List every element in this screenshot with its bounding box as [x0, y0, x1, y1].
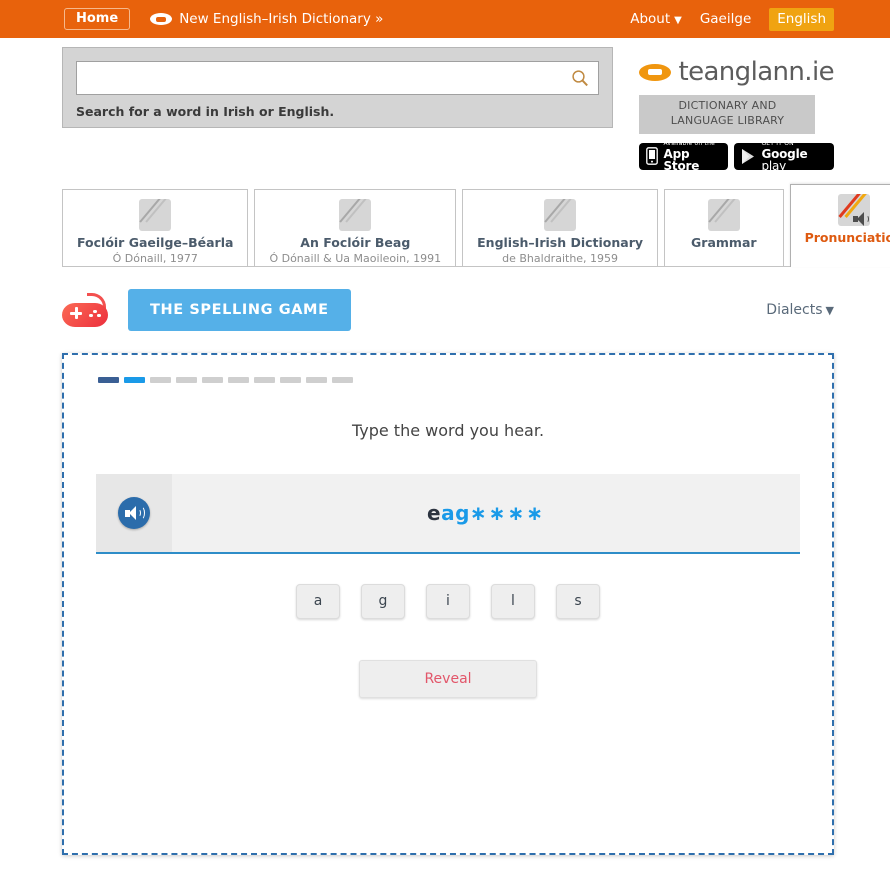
tab-label: Grammar: [691, 234, 757, 250]
google-play-big: Google play: [761, 148, 827, 172]
language-irish-link[interactable]: Gaeilge: [700, 11, 751, 27]
letter-key-s[interactable]: s: [556, 583, 600, 619]
answer-row: eag∗∗∗∗: [96, 473, 800, 554]
dictionary-tabs: Foclóir Gaeilge–Béarla Ó Dónaill, 1977 A…: [62, 183, 890, 267]
progress-segment: [176, 376, 197, 383]
tab-sublabel: Ó Dónaill & Ua Maoileoin, 1991: [269, 252, 442, 266]
spelling-game-panel: Type the word you hear. eag∗∗∗∗ agils Re…: [62, 352, 834, 855]
gamepad-icon: [62, 292, 108, 327]
progress-indicator: [98, 376, 800, 383]
teanglann-link-icon: [639, 63, 672, 81]
app-store-small: Available on the: [663, 139, 715, 147]
tab-grammar[interactable]: Grammar: [664, 188, 784, 266]
app-store-text: Available on the App Store: [663, 139, 721, 173]
dialects-label: Dialects: [766, 301, 823, 318]
word-remaining-blanks: ∗∗∗∗: [469, 500, 545, 525]
google-play-triangle-icon: [741, 148, 756, 165]
site-logo[interactable]: teanglann.ie: [639, 57, 835, 87]
header-row: Search for a word in Irish or English. t…: [0, 38, 890, 173]
search-input[interactable]: [77, 62, 599, 94]
breadcrumb[interactable]: New English–Irish Dictionary »: [150, 11, 383, 27]
dictionary-link-icon: [150, 13, 173, 25]
chevron-down-icon: ▼: [825, 303, 834, 317]
spelling-game-header: THE SPELLING GAME Dialects ▼: [62, 288, 834, 331]
game-prompt: Type the word you hear.: [351, 420, 545, 440]
chevron-down-icon: ▼: [674, 15, 682, 26]
search-field[interactable]: [76, 61, 600, 95]
progress-segment: [150, 376, 171, 383]
word-filled-letters: e: [427, 500, 442, 525]
google-play-big-light: play: [761, 158, 787, 173]
progress-segment: [332, 376, 353, 383]
progress-segment: [306, 376, 327, 383]
play-audio-button[interactable]: [96, 473, 172, 552]
breadcrumb-label: New English–Irish Dictionary »: [179, 11, 384, 27]
app-store-badges: Available on the App Store GET IT ON Goo…: [639, 139, 834, 173]
tab-english-irish-dictionary[interactable]: English–Irish Dictionary de Bhaldraithe,…: [462, 188, 659, 266]
spelling-game-button[interactable]: THE SPELLING GAME: [128, 288, 351, 331]
home-button[interactable]: Home: [64, 8, 131, 30]
pronunciation-book-icon: [837, 193, 870, 226]
reveal-button[interactable]: Reveal: [359, 659, 537, 698]
tab-label: Foclóir Gaeilge–Béarla: [77, 234, 234, 250]
book-icon: [707, 198, 740, 231]
apple-phone-icon: [646, 147, 659, 166]
letter-key-a[interactable]: a: [296, 583, 340, 619]
book-icon: [139, 198, 172, 231]
letter-key-i[interactable]: i: [426, 583, 470, 619]
search-hint: Search for a word in Irish or English.: [76, 104, 335, 119]
tab-sublabel: de Bhaldraithe, 1959: [502, 252, 619, 266]
progress-segment: [254, 376, 275, 383]
tab-sublabel: Ó Dónaill, 1977: [112, 252, 198, 266]
reveal-row: Reveal: [96, 659, 800, 698]
brand-subtitle: DICTIONARY AND LANGUAGE LIBRARY: [639, 95, 816, 134]
about-label: About: [630, 11, 671, 27]
letter-key-l[interactable]: l: [491, 583, 535, 619]
language-english-link[interactable]: English: [769, 7, 834, 31]
progress-segment: [124, 376, 145, 383]
letter-choices: agils: [96, 583, 800, 619]
progress-segment: [98, 376, 119, 383]
tab-pronunciation[interactable]: Pronunciation: [789, 183, 890, 267]
letter-key-g[interactable]: g: [361, 583, 405, 619]
speaker-icon: [118, 496, 150, 529]
word-progress: eag∗∗∗∗: [427, 501, 545, 525]
progress-segment: [228, 376, 249, 383]
brand-name: teanglann.ie: [678, 57, 834, 87]
app-store-badge[interactable]: Available on the App Store: [639, 139, 729, 173]
search-icon[interactable]: [571, 69, 589, 87]
top-navigation-bar: Home New English–Irish Dictionary » Abou…: [0, 0, 890, 38]
search-panel: Search for a word in Irish or English.: [62, 47, 614, 128]
word-display: eag∗∗∗∗: [172, 474, 800, 552]
tab-label: English–Irish Dictionary: [477, 234, 644, 250]
top-nav-right-group: About ▼ Gaeilge English: [630, 7, 834, 31]
tab-an-focloir-beag[interactable]: An Foclóir Beag Ó Dónaill & Ua Maoileoin…: [254, 188, 457, 266]
dialects-dropdown[interactable]: Dialects ▼: [766, 302, 834, 318]
tab-label: Pronunciation: [804, 229, 890, 245]
about-menu[interactable]: About ▼: [630, 11, 682, 27]
progress-segment: [202, 376, 223, 383]
app-store-big: App Store: [663, 146, 700, 173]
tab-label: An Foclóir Beag: [300, 234, 411, 250]
book-icon: [339, 198, 372, 231]
progress-segment: [280, 376, 301, 383]
brand-column: teanglann.ie DICTIONARY AND LANGUAGE LIB…: [639, 47, 835, 173]
word-typed-letters: ag: [441, 500, 470, 525]
tab-focloir-gaeilge-bearla[interactable]: Foclóir Gaeilge–Béarla Ó Dónaill, 1977: [62, 188, 249, 266]
book-icon: [544, 198, 577, 231]
google-play-badge[interactable]: GET IT ON Google play: [734, 140, 834, 172]
google-play-text: GET IT ON Google play: [761, 140, 827, 172]
